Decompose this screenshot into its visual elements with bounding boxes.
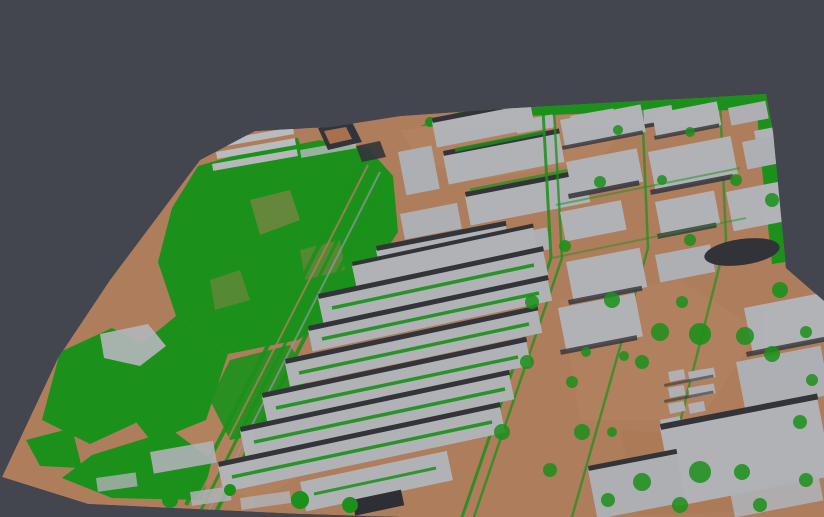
viewport-3d[interactable] [0, 29, 824, 517]
point-cloud-scene[interactable] [0, 0, 824, 517]
application-window: ▨∴▲∴▲▮■●☰◎□▧▩●×≡ [0, 0, 824, 517]
